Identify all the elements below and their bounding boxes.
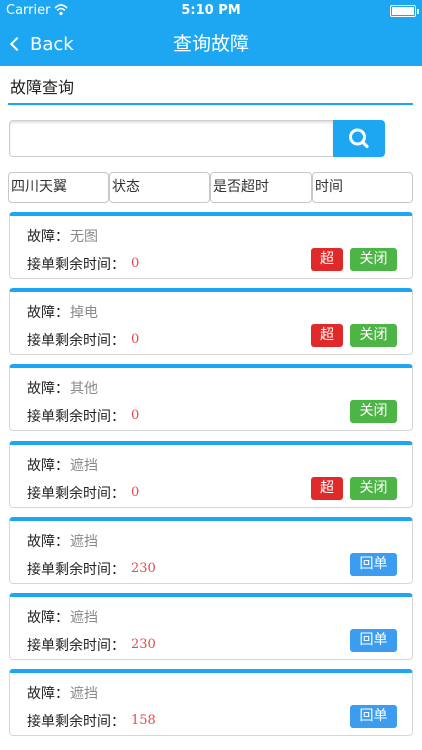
fault-value: 无图: [70, 229, 98, 245]
remaining-time-label: 接单剩余时间：: [27, 714, 125, 730]
remaining-time-label: 接单剩余时间：: [27, 486, 125, 502]
fault-card[interactable]: 故障： 其他 接单剩余时间： 0 关闭: [9, 364, 413, 431]
fault-label: 故障：: [27, 610, 69, 626]
fault-label: 故障：: [27, 381, 69, 397]
return-button[interactable]: 回单: [350, 629, 397, 652]
clock: 5:10 PM: [181, 3, 241, 18]
overtime-button[interactable]: 超: [311, 477, 343, 500]
search-input[interactable]: [9, 120, 333, 157]
fault-value: 遮挡: [70, 610, 98, 626]
remaining-time-value: 0: [131, 408, 140, 423]
search-icon: [349, 128, 369, 149]
back-label: Back: [30, 33, 74, 55]
return-button[interactable]: 回单: [350, 553, 397, 576]
remaining-time-label: 接单剩余时间：: [27, 409, 125, 425]
close-button[interactable]: 关闭: [350, 477, 397, 500]
section-title: 故障查询: [10, 78, 75, 97]
remaining-time-value: 0: [131, 485, 140, 500]
overtime-button[interactable]: 超: [311, 324, 343, 347]
section-divider: [8, 103, 413, 105]
close-button[interactable]: 关闭: [350, 400, 397, 423]
remaining-time-value: 230: [131, 637, 156, 652]
close-button[interactable]: 关闭: [350, 248, 397, 271]
nav-bar: Back 查询故障: [0, 22, 422, 66]
fault-value: 其他: [70, 381, 98, 397]
chevron-left-icon: [9, 36, 25, 52]
fault-card[interactable]: 故障： 遮挡 接单剩余时间： 230 回单: [9, 593, 413, 660]
fault-card[interactable]: 故障： 遮挡 接单剩余时间： 230 回单: [9, 517, 413, 584]
remaining-time-label: 接单剩余时间：: [27, 257, 125, 273]
filter-timeout[interactable]: 是否超时: [210, 172, 312, 203]
fault-label: 故障：: [27, 686, 69, 702]
remaining-time-label: 接单剩余时间：: [27, 638, 125, 654]
remaining-time-value: 158: [131, 713, 156, 728]
search-button[interactable]: [333, 120, 385, 157]
remaining-time-value: 230: [131, 561, 156, 576]
close-button[interactable]: 关闭: [350, 324, 397, 347]
remaining-time-label: 接单剩余时间：: [27, 333, 125, 349]
filter-status[interactable]: 状态: [109, 172, 210, 203]
battery-icon: [390, 5, 419, 17]
fault-value: 遮挡: [70, 458, 98, 474]
fault-value: 掉电: [70, 305, 98, 321]
remaining-time-value: 0: [131, 332, 140, 347]
fault-card[interactable]: 故障： 无图 接单剩余时间： 0 超 关闭: [9, 212, 413, 279]
filter-bar: 四川天翼 状态 是否超时 时间: [8, 172, 413, 203]
back-button[interactable]: Back: [8, 22, 74, 66]
overtime-button[interactable]: 超: [311, 248, 343, 271]
fault-card[interactable]: 故障： 遮挡 接单剩余时间： 158 回单: [9, 669, 413, 736]
remaining-time-label: 接单剩余时间：: [27, 562, 125, 578]
status-bar: Carrier 5:10 PM: [0, 0, 422, 22]
fault-label: 故障：: [27, 229, 69, 245]
fault-label: 故障：: [27, 534, 69, 550]
filter-region[interactable]: 四川天翼: [8, 172, 109, 203]
fault-card[interactable]: 故障： 遮挡 接单剩余时间： 0 超 关闭: [9, 441, 413, 508]
fault-value: 遮挡: [70, 534, 98, 550]
fault-card[interactable]: 故障： 掉电 接单剩余时间： 0 超 关闭: [9, 288, 413, 355]
fault-label: 故障：: [27, 305, 69, 321]
filter-time[interactable]: 时间: [312, 172, 413, 203]
fault-label: 故障：: [27, 458, 69, 474]
fault-value: 遮挡: [70, 686, 98, 702]
remaining-time-value: 0: [131, 256, 140, 271]
return-button[interactable]: 回单: [350, 705, 397, 728]
